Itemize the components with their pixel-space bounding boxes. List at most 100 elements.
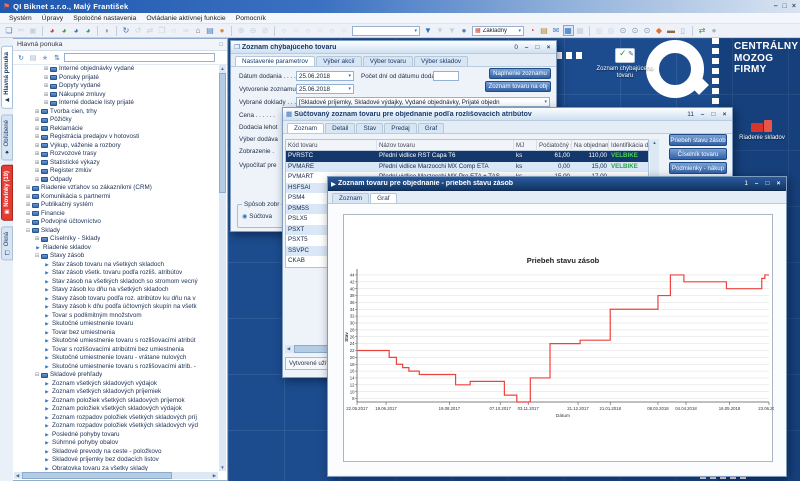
expand-icon[interactable]: ⊞ (25, 218, 31, 227)
tree-item-zoznam-v-etk-ch-skladov-ch-pr-jemiek[interactable]: ▶Zoznam všetkých skladových príjemiek (14, 388, 218, 397)
column-header-k-d-tovaru[interactable]: Kód tovaru (286, 140, 377, 151)
close-button[interactable]: × (544, 44, 553, 51)
sphere-gray-icon[interactable]: ● (709, 25, 720, 36)
document-icon[interactable]: ▯ (678, 25, 689, 36)
tree-item-financie[interactable]: ⊞Financie (14, 210, 218, 219)
menu-pravy[interactable]: Úpravy (37, 15, 69, 22)
tab-v-ber-akci[interactable]: Výber akcií (316, 56, 362, 66)
menu-ovl-danie-akt-vnej-funkcie[interactable]: Ovládanie aktívnej funkcie (141, 15, 230, 22)
tree-item-stavy-z-sob-k-d-u-pod-a-tovn-ch-skup-n-na-v-etk[interactable]: ▶Stavy zásob k dňu podľa účtovných skupí… (14, 303, 218, 312)
grid-view-icon[interactable]: ▦ (563, 25, 574, 36)
tree-item-stavy-z-sob-tovaru-pod-a-roz-atrib-tov-ku-d-u-na-v[interactable]: ▶Stavy zásob tovaru podľa roz. atribútov… (14, 295, 218, 304)
printer-icon[interactable]: ▤ (205, 25, 216, 36)
close-button[interactable]: × (774, 180, 783, 187)
refresh-icon[interactable]: ↻ (121, 25, 132, 36)
tab-predaj[interactable]: Predaj (384, 123, 416, 133)
expand-icon[interactable]: ⊞ (43, 82, 49, 91)
window-titlebar[interactable]: ❒ Zoznam chýbajúceho tovaru 0 – □ × (231, 41, 556, 54)
tree-item-zoznam-rozpadov-polo-iek-v-etk-ch-skladov-ch-pr-j[interactable]: ▶Zoznam rozpadov položiek všetkých sklad… (14, 414, 218, 423)
tree-item-dopyty-vydan[interactable]: ⊞Dopyty vydané (14, 82, 218, 91)
app-titlebar[interactable]: ⚑ QI Biknet s.r.o., Malý František – □ × (0, 0, 800, 13)
tree-item-tovar-s-rozli-ovac-mi-atrib-tmi-bez-umiestnenia[interactable]: ▶Tovar s rozlišovacími atribútmi bez umi… (14, 346, 218, 355)
days-from-delivery-input[interactable] (433, 71, 459, 81)
list-icon[interactable]: ▤ (28, 54, 38, 62)
table-row[interactable]: PVMAREPřední vidlice Marzocchi MX Comp E… (286, 162, 648, 173)
tree-item-riadenie-skladov[interactable]: ▶Riadenie skladov (14, 244, 218, 253)
tree-item-tovar-bez-umiestnenia[interactable]: ▶Tovar bez umiestnenia (14, 329, 218, 338)
tree-item-stavy-z-sob-ku-d-u-na-v-etk-ch-skladoch[interactable]: ▶Stavy zásob ku dňu na všetkých skladoch (14, 286, 218, 295)
tree-item-skladov-prevody-na-ceste-polo-kovo[interactable]: ▶Skladové prevody na ceste - položkovo (14, 448, 218, 457)
tab-graf[interactable]: Graf (418, 123, 444, 133)
tree-item-stav-z-sob-tovaru-na-v-etk-ch-skladoch[interactable]: ▶Stav zásob tovaru na všetkých skladoch (14, 261, 218, 270)
column-header-na-objednanie[interactable]: Na objednanie (572, 140, 609, 151)
column-header-po-iato-n-stav[interactable]: Počiatočný stav (537, 140, 572, 151)
favorite-icon[interactable]: ◆ (654, 25, 665, 36)
scroll-left-icon[interactable]: ◀ (285, 345, 292, 352)
tree-item-posledn-pohyby-tovaru[interactable]: ▶Posledné pohyby tovaru (14, 431, 218, 440)
expand-icon[interactable]: ⊞ (34, 133, 40, 142)
expand-icon[interactable]: ⊞ (43, 91, 49, 100)
stock-progress-button[interactable]: Priebeh stavu zásob (669, 134, 727, 146)
filter-icon[interactable]: ▼ (423, 25, 434, 36)
expand-icon[interactable]: ⊞ (25, 193, 31, 202)
search-input[interactable] (64, 53, 215, 62)
tab-graf[interactable]: Graf (370, 193, 396, 203)
tree-item-skuto-n-umiestnenie-tovaru-s-rozli-ovac-mi-atrib[interactable]: ▶Skutočné umiestnenie tovaru s rozlišova… (14, 363, 218, 372)
tree-item-tatistick-v-kazy[interactable]: ⊞Štatistické výkazy (14, 159, 218, 168)
tree-item-reklam-cie[interactable]: ⊞Reklamácie (14, 125, 218, 134)
expand-icon[interactable]: ⊞ (34, 176, 40, 185)
expand-icon[interactable]: ⊞ (25, 201, 31, 210)
tree-vertical-scrollbar[interactable]: ▲ ▼ (219, 65, 226, 471)
tree-item-skuto-n-umiestnenie-tovaru-s-rozli-ovac-mi-atrib-t[interactable]: ▶Skutočné umiestnenie tovaru s rozlišova… (14, 337, 218, 346)
tree-item-intern-objedn-vky-vydan[interactable]: ⊞Interné objednávky vydané (14, 65, 218, 74)
globe-red-icon[interactable]: ◕ (47, 25, 58, 36)
tree-item-v-kup-v-enie-a-rozbory[interactable]: ⊞Výkup, váženie a rozbory (14, 142, 218, 151)
attachment-icon[interactable]: ▬ (666, 25, 677, 36)
menu-pomocn-k[interactable]: Pomocník (231, 15, 271, 22)
tree-horizontal-scrollbar[interactable]: ◀ ▶ (14, 472, 218, 479)
expand-icon[interactable]: ⊞ (34, 167, 40, 176)
tab-zoznam[interactable]: Zoznam (332, 193, 369, 203)
tree-item-seln-ky-sklady[interactable]: ⊞Číselníky - Sklady (14, 235, 218, 244)
goods-catalog-button[interactable]: Číselník tovaru (669, 148, 727, 160)
mail-icon[interactable]: ✉ (551, 25, 562, 36)
zoom-out-icon[interactable]: ⊙ (630, 25, 641, 36)
tree-item-register-zml-v[interactable]: ⊞Register zmlúv (14, 167, 218, 176)
desktop-icon-riadenie-skladov[interactable]: Riadenie skladov (726, 118, 798, 142)
tab-v-ber-skladov[interactable]: Výber skladov (414, 56, 468, 66)
globe-teal-icon[interactable]: ◕ (83, 25, 94, 36)
expand-icon[interactable]: ⊞ (25, 210, 31, 219)
app-minimize-button[interactable]: – (774, 3, 778, 10)
tree-item-podvojn-tovn-ctvo[interactable]: ⊞Podvojné účtovníctvo (14, 218, 218, 227)
quick-filter-combo[interactable]: ▾ (352, 26, 420, 36)
sidebar-tab-okn[interactable]: ❒Okná (1, 226, 13, 260)
list-creation-date-input[interactable]: 25.06.2018▾ (296, 84, 354, 94)
scroll-up-icon[interactable]: ▲ (219, 65, 226, 72)
delivery-date-input[interactable]: 25.06.2018▾ (296, 71, 354, 81)
refresh-icon[interactable]: ↻ (16, 54, 26, 62)
favorite-star-icon[interactable]: ★ (40, 54, 50, 62)
tree-item-obratovka-tovaru-za-v-etky-sklady[interactable]: ▶Obratovka tovaru za všetky sklady (14, 465, 218, 472)
tree-item-zoznam-rozpadov-polo-iek-v-etk-ch-skladov-ch-v-d[interactable]: ▶Zoznam rozpadov položiek všetkých sklad… (14, 422, 218, 431)
window-titlebar[interactable]: ▦ Súčtovaný zoznam tovaru pre objednanie… (283, 108, 732, 121)
tab-nastavenie-parametrov[interactable]: Nastavenie parametrov (235, 56, 315, 66)
zoom-in-icon[interactable]: ⊙ (618, 25, 629, 36)
copy-icon[interactable]: ❏ (4, 25, 15, 36)
collapse-icon[interactable]: ⊟ (34, 252, 40, 261)
tree-item-skuto-n-umiestnenie-tovaru[interactable]: ▶Skutočné umiestnenie tovaru (14, 320, 218, 329)
menu-syst-m[interactable]: Systém (4, 15, 37, 22)
tree-item-zoznam-polo-iek-v-etk-ch-skladov-ch-pr-jemok[interactable]: ▶Zoznam položiek všetkých skladových prí… (14, 397, 218, 406)
minimize-button[interactable]: – (752, 180, 761, 187)
bell-icon[interactable]: ◗ (102, 25, 113, 36)
table-row[interactable]: PVRSTCPřední vidlice RST Capa T6ks61,001… (286, 151, 648, 162)
tree-item-ponuky-prijat[interactable]: ⊞Ponuky prijaté (14, 74, 218, 83)
tree-item-registr-cia-predajov-v-hotovosti[interactable]: ⊞Registrácia predajov v hotovosti (14, 133, 218, 142)
tree-item-stav-z-sob-na-v-etk-ch-skladoch-so-stromom-vecn[interactable]: ▶Stav zásob na všetkých skladoch so stro… (14, 278, 218, 287)
maximize-button[interactable]: □ (533, 44, 542, 51)
column-header-n-zov-tovaru[interactable]: Názov tovaru (377, 140, 514, 151)
ball-orange-icon[interactable]: ● (217, 25, 228, 36)
expand-icon[interactable]: ⊞ (34, 108, 40, 117)
scrollbar-thumb[interactable] (219, 73, 226, 193)
globe-green-icon[interactable]: ◕ (59, 25, 70, 36)
tree-item-komunik-cia-s-partnermi[interactable]: ⊞Komunikácia s partnermi (14, 193, 218, 202)
